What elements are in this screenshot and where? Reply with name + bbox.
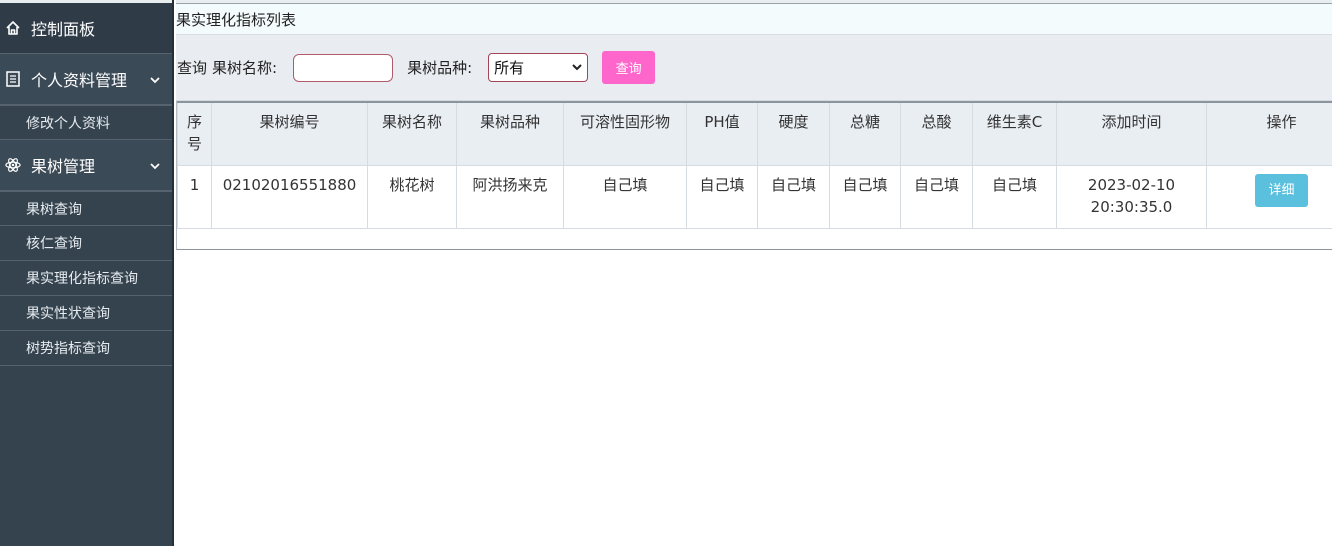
chevron-down-icon [148,158,162,172]
column-header: 维生素C [972,101,1057,166]
cell-vitamin-c: 自己填 [972,165,1057,229]
column-header: 操作 [1206,101,1332,166]
cell-variety: 阿洪扬来克 [456,165,564,229]
cell-ph: 自己填 [686,165,758,229]
cell-index: 1 [177,165,212,229]
search-button[interactable]: 查询 [602,51,656,84]
column-header: 果树品种 [456,101,564,166]
sidebar-item-label: 树势指标查询 [26,341,110,357]
column-header: 总酸 [900,101,973,166]
sidebar-item-label: 修改个人资料 [26,115,110,132]
tree-name-input[interactable] [293,53,394,82]
column-header: 果树编号 [211,101,368,166]
sidebar-item-fruit-trait-query[interactable]: 果实性状查询 [0,296,172,331]
sidebar-item-label: 控制面板 [31,20,96,39]
results-table: 序号 果树编号 果树名称 果树品种 可溶性固形物 PH值 硬度 总糖 总酸 维生… [177,101,1332,229]
chevron-down-icon [148,72,162,86]
column-header: 添加时间 [1056,101,1207,166]
table-footer [176,229,1332,250]
variety-label: 果树品种: [407,59,473,77]
sidebar-item-dashboard[interactable]: 控制面板 [0,3,172,54]
column-header: 总糖 [829,101,901,166]
query-label: 查询 [177,59,208,77]
results-table-wrap: 序号 果树编号 果树名称 果树品种 可溶性固形物 PH值 硬度 总糖 总酸 维生… [176,101,1332,229]
sidebar-item-label: 果树查询 [26,201,82,218]
detail-button[interactable]: 详细 [1255,174,1308,207]
sidebar-item-label: 果实理化指标查询 [26,271,138,287]
page-title-text: 果实理化指标列表 [176,10,297,29]
sidebar-item-vigor-query[interactable]: 树势指标查询 [0,331,172,366]
main-content: 果实理化指标列表 查询 果树名称: 果树品种: 所有 查询 序号 果树编号 果树… [176,0,1332,546]
tree-name-label: 果树名称: [212,59,278,77]
sidebar-item-label: 核仁查询 [26,236,82,252]
search-bar: 查询 果树名称: 果树品种: 所有 查询 [176,35,1332,101]
sidebar-item-fruit-index-query[interactable]: 果实理化指标查询 [0,261,172,296]
sidebar-item-label: 果实性状查询 [26,306,110,322]
chevron-down-icon [571,59,583,77]
document-icon [5,70,21,88]
cell-total-sugar: 自己填 [829,165,901,229]
cell-added-time: 2023-02-10 20:30:35.0 [1056,165,1207,229]
variety-select[interactable]: 所有 [488,53,589,82]
cell-hardness: 自己填 [757,165,830,229]
sidebar-item-edit-profile[interactable]: 修改个人资料 [0,105,172,140]
sidebar: 控制面板 个人资料管理 修改个人资料 果树管理 果树查询 核仁查询 果实理化指标… [0,0,174,546]
sidebar-group-label: 果树管理 [31,157,96,176]
column-header: 序号 [177,101,212,166]
sidebar-group-profile[interactable]: 个人资料管理 [0,54,172,105]
column-header: 果树名称 [367,101,457,166]
variety-select-value: 所有 [494,59,525,77]
column-header: 可溶性固形物 [563,101,687,166]
column-header: 硬度 [757,101,830,166]
page-title: 果实理化指标列表 [176,4,1332,35]
cell-tree-no: 02102016551880 [211,165,368,229]
sidebar-item-kernel-query[interactable]: 核仁查询 [0,226,172,261]
column-header: PH值 [686,101,758,166]
cell-tree-name: 桃花树 [367,165,457,229]
cell-action: 详细 [1206,165,1332,229]
sidebar-group-label: 个人资料管理 [31,71,128,90]
cell-soluble-solids: 自己填 [563,165,687,229]
sidebar-group-tree[interactable]: 果树管理 [0,140,172,191]
home-icon [5,19,21,37]
atom-icon [5,156,21,174]
table-row: 1 02102016551880 桃花树 阿洪扬来克 自己填 自己填 自己填 自… [177,165,1332,229]
sidebar-item-tree-query[interactable]: 果树查询 [0,191,172,226]
cell-total-acid: 自己填 [900,165,973,229]
table-header-row: 序号 果树编号 果树名称 果树品种 可溶性固形物 PH值 硬度 总糖 总酸 维生… [177,101,1332,166]
